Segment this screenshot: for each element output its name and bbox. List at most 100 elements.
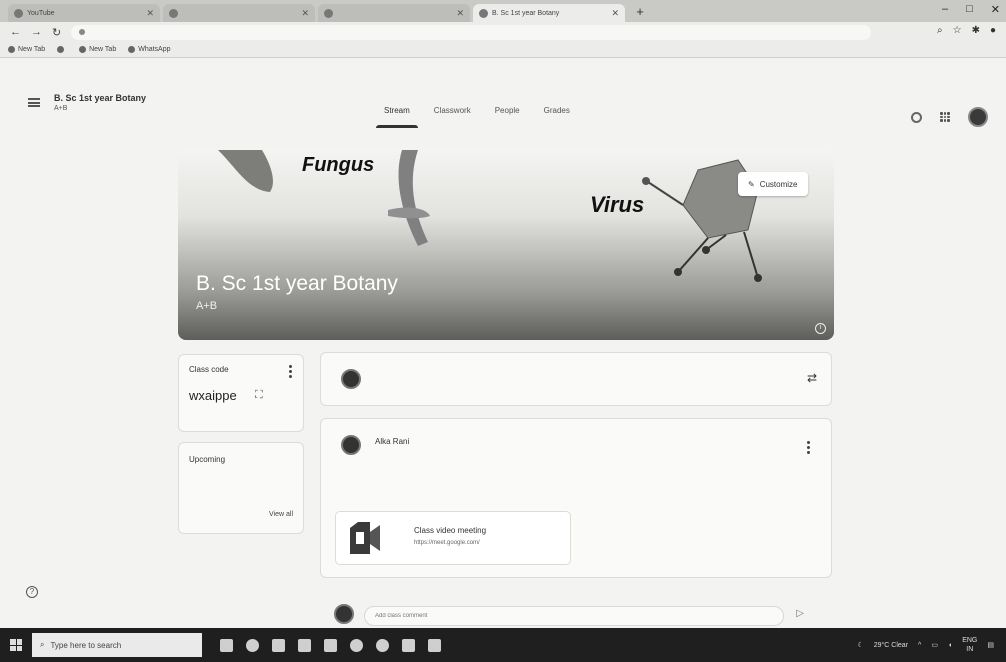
avatar xyxy=(341,369,361,389)
tray-overflow-icon[interactable]: ^ xyxy=(918,642,921,649)
classroom-app-bar: B. Sc 1st year Botany A+B Stream Classwo… xyxy=(0,58,1006,136)
browser-tab-3[interactable]: ✕ xyxy=(318,4,470,22)
app-bar-actions xyxy=(911,107,988,127)
classroom-page: B. Sc 1st year Botany A+B Stream Classwo… xyxy=(0,58,1006,628)
app-icon[interactable] xyxy=(402,638,415,652)
browser-tab-classroom[interactable]: B. Sc 1st year Botany ✕ xyxy=(473,4,625,22)
mail-icon[interactable] xyxy=(298,638,311,652)
app-icon[interactable] xyxy=(428,638,441,652)
tab-label: YouTube xyxy=(27,9,55,17)
maximize-button[interactable]: □ xyxy=(966,3,973,16)
start-button[interactable] xyxy=(0,628,32,662)
comment-row: ▷ xyxy=(320,588,832,628)
taskbar-search[interactable]: ⌕ Type here to search xyxy=(32,633,202,657)
gear-icon[interactable] xyxy=(911,111,922,123)
browser-tab-youtube[interactable]: YouTube ✕ xyxy=(8,4,160,22)
browser-tab-strip: YouTube ✕ ✕ ✕ B. Sc 1st year Botany ✕ + … xyxy=(0,0,1006,22)
bookmark-label: New Tab xyxy=(89,46,117,53)
repost-icon[interactable]: ⇄ xyxy=(807,371,817,385)
banner-art-fungus-text: Fungus xyxy=(302,154,375,176)
main-menu-icon[interactable] xyxy=(28,98,40,107)
search-icon[interactable]: ⌕ xyxy=(937,25,943,36)
fungus-branch-shape xyxy=(388,207,430,219)
bookmark-item[interactable]: WhatsApp xyxy=(128,46,171,53)
chrome-icon[interactable] xyxy=(350,638,363,652)
customize-button[interactable]: ✎ Customize xyxy=(738,172,808,196)
toolbar-actions: ⌕ ☆ ✱ ● xyxy=(937,25,996,36)
windows-taskbar: ⌕ Type here to search ☾ 29°C Clear ^ ▭ ◖… xyxy=(0,628,1006,662)
google-apps-icon[interactable] xyxy=(940,112,950,122)
tab-close-icon[interactable]: ✕ xyxy=(301,8,309,19)
notifications-icon[interactable]: ▤ xyxy=(987,641,994,649)
store-icon[interactable] xyxy=(324,638,337,652)
attachment-url: https://meet.google.com/ xyxy=(414,540,480,546)
tab-close-icon[interactable]: ✕ xyxy=(611,8,619,19)
tab-grades[interactable]: Grades xyxy=(532,96,582,128)
youtube-favicon-icon xyxy=(14,8,23,18)
weather-text[interactable]: 29°C Clear xyxy=(874,642,908,649)
help-icon[interactable]: ? xyxy=(26,586,38,598)
tab-label: B. Sc 1st year Botany xyxy=(492,9,560,17)
bookmark-icon xyxy=(8,46,15,53)
weather-icon: ☾ xyxy=(857,642,864,649)
class-code-value: wxaippe xyxy=(189,388,237,403)
profile-icon[interactable]: ● xyxy=(990,25,996,36)
fullscreen-icon[interactable]: ⛶ xyxy=(255,389,263,402)
reload-icon[interactable]: ↻ xyxy=(52,26,61,39)
address-bar[interactable] xyxy=(71,24,872,40)
customize-label: Customize xyxy=(759,179,798,189)
network-icon[interactable]: ▭ xyxy=(931,641,938,649)
classroom-favicon-icon xyxy=(479,8,488,18)
tab-people[interactable]: People xyxy=(483,96,532,128)
virus-leg-tip xyxy=(754,274,762,282)
task-view-icon[interactable] xyxy=(220,638,233,652)
post-more-icon[interactable] xyxy=(807,441,810,454)
language-code: ENG xyxy=(962,637,978,644)
tab-close-icon[interactable]: ✕ xyxy=(146,8,154,19)
new-tab-plus-icon[interactable]: + xyxy=(632,5,648,21)
class-info-icon[interactable]: i xyxy=(815,323,826,334)
class-code-more-icon[interactable] xyxy=(289,365,292,378)
volume-icon[interactable]: ◖ xyxy=(948,642,952,649)
account-avatar[interactable] xyxy=(968,107,988,127)
bookmark-item[interactable] xyxy=(57,46,67,53)
window-controls: – □ ✕ xyxy=(942,3,1000,16)
close-window-button[interactable]: ✕ xyxy=(991,3,1000,16)
class-section: A+B xyxy=(54,105,68,112)
extensions-icon[interactable]: ✱ xyxy=(972,25,980,36)
fungus-hypha-shape xyxy=(398,150,428,246)
edge-icon[interactable] xyxy=(246,638,259,652)
upcoming-card: Upcoming View all xyxy=(178,442,304,534)
announce-box[interactable]: ⇄ xyxy=(320,352,832,406)
back-arrow-icon[interactable]: ← xyxy=(10,26,21,38)
star-icon[interactable]: ☆ xyxy=(953,25,962,36)
class-name[interactable]: B. Sc 1st year Botany xyxy=(54,93,146,103)
search-icon: ⌕ xyxy=(40,640,45,649)
tab-stream[interactable]: Stream xyxy=(372,96,422,128)
meet-attachment[interactable]: Class video meeting https://meet.google.… xyxy=(335,511,571,565)
bookmarks-bar: New Tab New Tab WhatsApp xyxy=(0,42,1006,58)
bookmark-icon xyxy=(128,46,136,53)
class-comment-input[interactable] xyxy=(364,606,784,626)
language-indicator[interactable]: ENG IN xyxy=(962,636,977,654)
banner-class-title: B. Sc 1st year Botany xyxy=(196,272,398,295)
virus-leg-tip xyxy=(702,246,710,254)
banner-class-section: A+B xyxy=(196,300,218,312)
fungus-hypha-shape xyxy=(218,150,273,192)
tab-classwork[interactable]: Classwork xyxy=(422,96,483,128)
windows-logo-icon xyxy=(10,639,22,651)
bookmark-label: WhatsApp xyxy=(138,46,171,53)
minimize-button[interactable]: – xyxy=(942,3,948,16)
tab-close-icon[interactable]: ✕ xyxy=(456,8,464,19)
file-explorer-icon[interactable] xyxy=(272,638,285,652)
system-tray: ☾ 29°C Clear ^ ▭ ◖ ENG IN ▤ xyxy=(857,628,994,662)
bookmark-item[interactable]: New Tab xyxy=(8,46,45,53)
media-player-icon[interactable] xyxy=(376,638,389,652)
bookmark-icon xyxy=(79,46,87,53)
view-all-link[interactable]: View all xyxy=(269,511,293,518)
send-icon[interactable]: ▷ xyxy=(796,608,804,619)
bookmark-item[interactable]: New Tab xyxy=(79,46,116,53)
bookmark-label: New Tab xyxy=(18,46,46,53)
browser-tab-2[interactable]: ✕ xyxy=(163,4,315,22)
forward-arrow-icon[interactable]: → xyxy=(31,26,42,38)
